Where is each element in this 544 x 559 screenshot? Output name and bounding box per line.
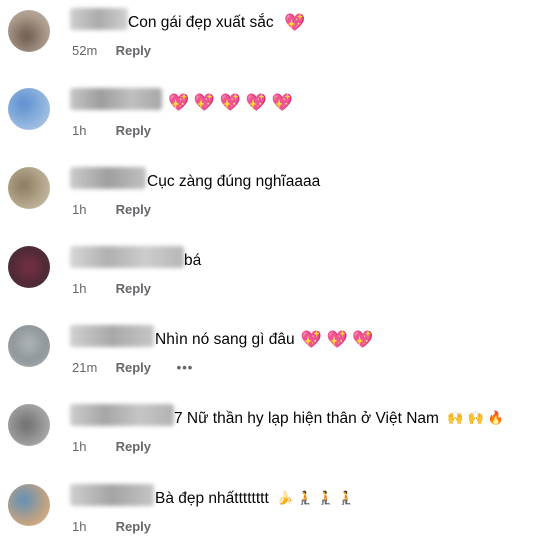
- comment-meta: 1h Reply: [72, 202, 151, 217]
- reply-button[interactable]: Reply: [116, 281, 151, 296]
- timestamp: 1h: [72, 439, 87, 454]
- comment-text: Cục zàng đúng nghĩaaaa: [147, 173, 321, 190]
- avatar[interactable]: [8, 10, 50, 52]
- comment-item: 💖 💖 💖 💖 💖 1h Reply: [0, 84, 544, 163]
- avatar[interactable]: [8, 88, 50, 130]
- blurred-username[interactable]: [70, 167, 146, 189]
- comment-item: Cục zàng đúng nghĩaaaa 1h Reply: [0, 163, 544, 242]
- timestamp: 52m: [72, 43, 98, 58]
- reply-button[interactable]: Reply: [116, 43, 151, 58]
- comment-text: Nhìn nó sang gì đâu 💖 💖 💖: [155, 330, 374, 349]
- heart-emoji-row: 💖 💖 💖: [300, 330, 374, 349]
- reply-button[interactable]: Reply: [116, 360, 151, 375]
- blurred-username[interactable]: [70, 325, 154, 347]
- blurred-username[interactable]: [70, 404, 174, 426]
- reply-button[interactable]: Reply: [116, 202, 151, 217]
- comment-meta: 1h Reply: [72, 439, 151, 454]
- avatar[interactable]: [8, 246, 50, 288]
- blurred-username[interactable]: [70, 8, 128, 30]
- comment-meta: 1h Reply: [72, 281, 151, 296]
- comment-text: 💖 💖 💖 💖 💖: [162, 93, 293, 113]
- comment-item: Bà đẹp nhấtttttttt 🍌 🧎 🧎 🧎 1h Reply: [0, 480, 544, 559]
- comment-text: 7 Nữ thần hy lạp hiện thân ở Việt Nam 🙌 …: [174, 410, 505, 427]
- heart-emoji-row: 💖 💖 💖 💖 💖: [168, 93, 293, 112]
- avatar[interactable]: [8, 325, 50, 367]
- blurred-username[interactable]: [70, 484, 154, 506]
- timestamp: 1h: [72, 519, 87, 534]
- avatar[interactable]: [8, 404, 50, 446]
- emoji-reactions: 🍌 🧎 🧎 🧎: [277, 491, 355, 506]
- timestamp: 1h: [72, 123, 87, 138]
- reply-button[interactable]: Reply: [116, 123, 151, 138]
- reply-button[interactable]: Reply: [116, 439, 151, 454]
- blurred-username[interactable]: [70, 88, 162, 110]
- comment-item: Nhìn nó sang gì đâu 💖 💖 💖 21m Reply •••: [0, 321, 544, 400]
- emoji-reactions: 🙌 🙌 🔥: [447, 411, 505, 426]
- comment-text: Con gái đẹp xuất sắc 💖: [128, 13, 306, 32]
- heart-emoji: 💖: [283, 13, 306, 32]
- timestamp: 21m: [72, 360, 98, 375]
- avatar[interactable]: [8, 167, 50, 209]
- more-options-icon[interactable]: •••: [177, 360, 194, 375]
- blurred-username[interactable]: [70, 246, 184, 268]
- comment-meta: 21m Reply •••: [72, 360, 193, 375]
- comment-text: Bà đẹp nhấtttttttt 🍌 🧎 🧎 🧎: [155, 490, 355, 507]
- comment-item: 7 Nữ thần hy lạp hiện thân ở Việt Nam 🙌 …: [0, 400, 544, 479]
- comment-item: bá 1h Reply: [0, 242, 544, 321]
- comment-text: bá: [184, 252, 202, 269]
- reply-button[interactable]: Reply: [116, 519, 151, 534]
- comment-meta: 1h Reply: [72, 123, 151, 138]
- comment-meta: 52m Reply: [72, 43, 151, 58]
- avatar[interactable]: [8, 484, 50, 526]
- comment-item: Con gái đẹp xuất sắc 💖 52m Reply: [0, 4, 544, 83]
- comment-meta: 1h Reply: [72, 519, 151, 534]
- timestamp: 1h: [72, 202, 87, 217]
- timestamp: 1h: [72, 281, 87, 296]
